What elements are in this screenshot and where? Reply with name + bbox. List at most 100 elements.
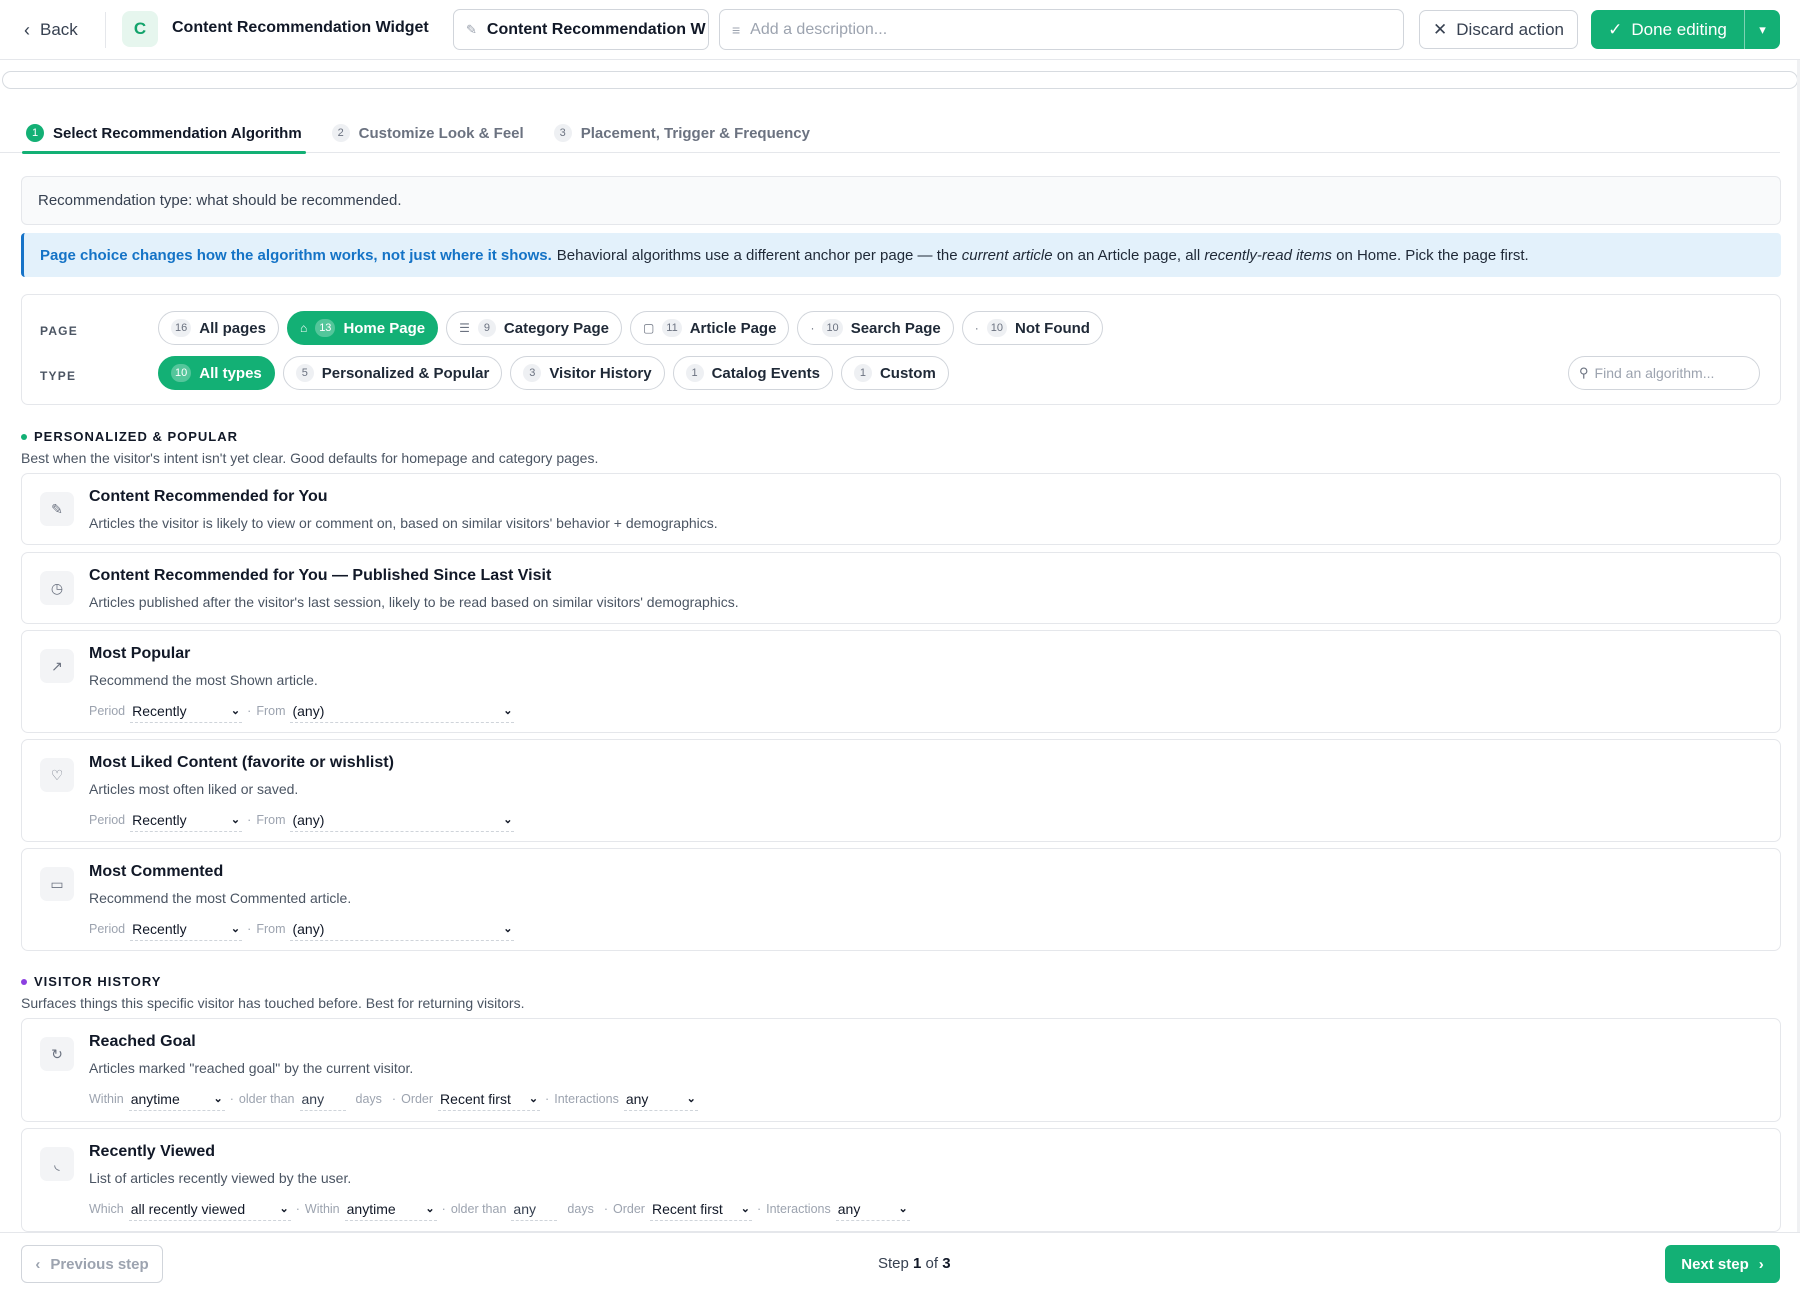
step-indicator: Step 1 of 3	[878, 1255, 951, 1272]
which-label: Which	[89, 1202, 124, 1216]
period-select[interactable]: Recently ⌄	[130, 699, 243, 723]
separator: ·	[603, 1202, 608, 1216]
tab-placement-trigger[interactable]: 3 Placement, Trigger & Frequency	[550, 113, 814, 153]
chip-label: All pages	[199, 319, 266, 337]
type-chip-personalized[interactable]: 5 Personalized & Popular	[282, 356, 503, 390]
select-value: (any)	[292, 920, 325, 937]
type-chip-all[interactable]: 10 All types	[158, 356, 275, 390]
from-label: From	[256, 922, 286, 936]
select-value: Recently	[132, 811, 187, 828]
older-than-input[interactable]: any	[299, 1087, 346, 1111]
widget-title: Content Recommendation Widget	[172, 19, 429, 36]
period-select[interactable]: Recently ⌄	[130, 808, 243, 832]
type-chip-visitor-history[interactable]: 3 Visitor History	[510, 356, 665, 390]
algorithm-card[interactable]: ♡ Most Liked Content (favorite or wishli…	[21, 739, 1781, 842]
from-select[interactable]: (any) ⌄	[290, 917, 515, 941]
description-placeholder: Add a description...	[750, 20, 888, 38]
select-value: Recently	[132, 920, 187, 937]
period-select[interactable]: Recently ⌄	[130, 917, 243, 941]
chevron-down-icon: ▾	[1759, 21, 1766, 37]
select-value: Recently	[132, 702, 187, 719]
section-dot	[21, 433, 27, 440]
chevron-down-icon: ⌄	[503, 705, 513, 717]
page-chip-not-found[interactable]: · 10 Not Found	[961, 311, 1103, 345]
algorithm-card[interactable]: ◷ Content Recommended for You — Publishe…	[21, 552, 1781, 624]
top-bar: ‹ Back C Content Recommendation Widget ✎…	[0, 0, 1800, 60]
algorithm-card[interactable]: ▭ Most Commented Recommend the most Comm…	[21, 848, 1781, 951]
chevron-down-icon: ⌄	[686, 1093, 696, 1105]
tab-label: Placement, Trigger & Frequency	[580, 124, 810, 142]
algorithm-search-input[interactable]: ⚲ Find an algorithm...	[1568, 356, 1760, 390]
separator: ·	[247, 922, 252, 936]
name-field[interactable]: ✎ Content Recommendation W	[453, 9, 709, 50]
older-than-input[interactable]: any	[511, 1197, 558, 1221]
chip-label: Visitor History	[549, 364, 652, 382]
next-step-button[interactable]: Next step ›	[1665, 1245, 1780, 1283]
section-description: Surfaces things this specific visitor ha…	[21, 995, 525, 1011]
from-select[interactable]: (any) ⌄	[290, 808, 515, 832]
card-description: Articles published after the visitor's l…	[89, 594, 739, 610]
input-value: any	[513, 1200, 536, 1217]
chip-count: 16	[171, 319, 192, 337]
card-options: Which all recently viewed ⌄ · Within anyt…	[89, 1197, 910, 1221]
card-title: Most Liked Content (favorite or wishlist…	[89, 754, 394, 771]
banner-text: on an Article page, all	[1056, 246, 1201, 264]
chip-count: 5	[295, 364, 314, 382]
type-chip-catalog-events[interactable]: 1 Catalog Events	[672, 356, 833, 390]
days-label: days	[567, 1202, 594, 1216]
interactions-select[interactable]: any ⌄	[835, 1197, 910, 1221]
algorithm-card[interactable]: ◟ Recently Viewed List of articles recen…	[21, 1128, 1781, 1232]
algorithm-card[interactable]: ↻ Reached Goal Articles marked "reached …	[21, 1018, 1781, 1122]
search-placeholder: Find an algorithm...	[1594, 365, 1715, 381]
page-chip-row: 16 All pages ⌂ 13 Home Page ☰ 9 Category…	[158, 311, 1103, 345]
within-label: Within	[304, 1202, 340, 1216]
within-select[interactable]: anytime ⌄	[128, 1087, 225, 1111]
back-button[interactable]: ‹ Back	[24, 16, 78, 44]
type-chip-custom[interactable]: 1 Custom	[840, 356, 949, 390]
progress-bar-track	[2, 71, 1798, 89]
page-chip-article[interactable]: ▢ 11 Article Page	[629, 311, 790, 345]
search-icon: ⚲	[1579, 365, 1589, 380]
tab-customize-look[interactable]: 2 Customize Look & Feel	[328, 113, 528, 153]
description-field[interactable]: ≡ Add a description...	[719, 9, 1404, 50]
within-select[interactable]: anytime ⌄	[344, 1197, 437, 1221]
older-than-label: older than	[450, 1202, 507, 1216]
interactions-select[interactable]: any ⌄	[623, 1087, 698, 1111]
page-chip-search[interactable]: · 10 Search Page	[797, 311, 954, 345]
pen-icon: ✎	[40, 492, 74, 526]
chip-count: 13	[315, 319, 336, 337]
tab-number: 3	[553, 124, 572, 142]
previous-step-button[interactable]: ‹ Previous step	[21, 1245, 163, 1283]
type-chip-row: 10 All types 5 Personalized & Popular 3 …	[158, 356, 949, 390]
chevron-down-icon: ⌄	[503, 923, 513, 935]
algorithm-card[interactable]: ↗ Most Popular Recommend the most Shown …	[21, 630, 1781, 733]
algorithm-card[interactable]: ✎ Content Recommended for You Articles t…	[21, 473, 1781, 545]
recent-icon: ◟	[40, 1147, 74, 1181]
home-icon: ⌂	[299, 321, 308, 335]
done-editing-button[interactable]: ✓ Done editing	[1591, 10, 1744, 49]
list-icon: ☰	[459, 321, 470, 335]
chevron-down-icon: ⌄	[740, 1203, 750, 1215]
avatar: C	[122, 11, 158, 47]
order-select[interactable]: Recent first ⌄	[438, 1087, 541, 1111]
chevron-down-icon: ⌄	[503, 814, 513, 826]
close-icon: ✕	[1433, 19, 1448, 39]
filter-panel: PAGE 16 All pages ⌂ 13 Home Page ☰ 9 Cat…	[21, 294, 1781, 405]
tab-select-algorithm[interactable]: 1 Select Recommendation Algorithm	[22, 113, 306, 154]
wizard-footer: ‹ Previous step Step 1 of 3 Next step ›	[0, 1232, 1800, 1293]
next-label: Next step	[1681, 1255, 1749, 1273]
from-select[interactable]: (any) ⌄	[290, 699, 515, 723]
order-select[interactable]: Recent first ⌄	[649, 1197, 752, 1221]
separator: ·	[247, 813, 252, 827]
page-chip-all[interactable]: 16 All pages	[158, 311, 279, 345]
card-title: Most Popular	[89, 645, 191, 662]
page-chip-home[interactable]: ⌂ 13 Home Page	[286, 311, 439, 345]
discard-action-button[interactable]: ✕ Discard action	[1419, 10, 1578, 49]
which-select[interactable]: all recently viewed ⌄	[128, 1197, 291, 1221]
page-chip-category[interactable]: ☰ 9 Category Page	[446, 311, 622, 345]
chip-label: Home Page	[343, 319, 426, 337]
chevron-down-icon: ⌄	[213, 1093, 223, 1105]
banner-emphasis: recently-read items	[1204, 246, 1332, 264]
chevron-down-icon: ⌄	[528, 1093, 539, 1105]
done-options-toggle[interactable]: ▾	[1744, 10, 1780, 49]
